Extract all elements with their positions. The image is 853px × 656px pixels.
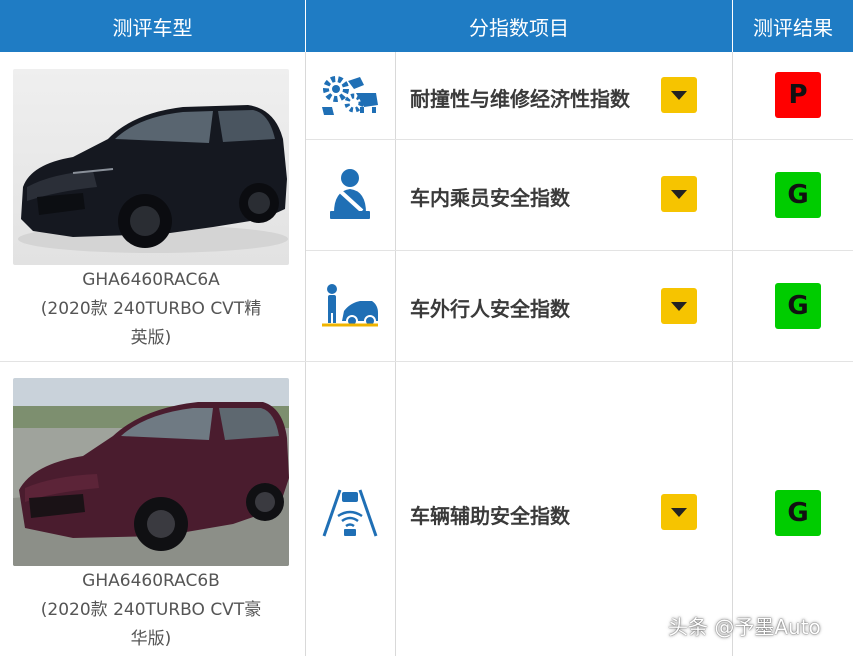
model-code: GHA6460RAC6A <box>82 270 220 290</box>
row-divider <box>306 250 853 251</box>
expand-dropdown-button[interactable] <box>661 288 697 324</box>
model-code: GHA6460RAC6B <box>82 571 220 591</box>
header-divider <box>305 0 306 52</box>
column-divider <box>395 52 396 656</box>
expand-dropdown-button[interactable] <box>661 494 697 530</box>
header-items: 分指数项目 <box>306 0 732 52</box>
pedestrian-car-icon <box>318 280 382 332</box>
item-label-driver-assist: 车辆辅助安全指数 <box>410 504 570 528</box>
model-variant: (2020款 240TURBO CVT精 <box>40 299 262 319</box>
expand-dropdown-button[interactable] <box>661 176 697 212</box>
watermark: 头条 @予墨Auto <box>668 615 821 639</box>
crash-repair-icon <box>318 70 382 122</box>
item-label-crash-repair: 耐撞性与维修经济性指数 <box>410 87 630 111</box>
model-variant: 华版) <box>130 629 172 649</box>
header-result: 测评结果 <box>733 0 853 52</box>
row-divider <box>0 361 853 362</box>
expand-dropdown-button[interactable] <box>661 77 697 113</box>
model-variant: (2020款 240TURBO CVT豪 <box>40 600 262 620</box>
row-divider <box>306 139 853 140</box>
car-model-caption: GHA6460RAC6A (2020款 240TURBO CVT精 英版) <box>8 266 294 353</box>
header-divider <box>732 0 733 52</box>
chevron-down-icon <box>671 189 687 199</box>
rating-table: 测评车型 分指数项目 测评结果 GHA6460RAC6A (2020款 240T… <box>0 0 853 656</box>
black-suv-photo <box>13 69 289 265</box>
maroon-suv-photo <box>13 378 289 566</box>
rating-badge-good: G <box>775 283 821 329</box>
chevron-down-icon <box>671 301 687 311</box>
driver-assist-icon <box>318 485 382 539</box>
item-label-pedestrian: 车外行人安全指数 <box>410 297 570 321</box>
model-variant: 英版) <box>130 328 172 348</box>
item-label-occupant: 车内乘员安全指数 <box>410 186 570 210</box>
chevron-down-icon <box>671 507 687 517</box>
column-divider <box>305 52 306 656</box>
header-model: 测评车型 <box>0 0 305 52</box>
column-divider <box>732 52 733 656</box>
rating-badge-poor: P <box>775 72 821 118</box>
rating-badge-good: G <box>775 172 821 218</box>
chevron-down-icon <box>671 90 687 100</box>
occupant-seatbelt-icon <box>318 166 382 222</box>
rating-badge-good: G <box>775 490 821 536</box>
car-model-caption: GHA6460RAC6B (2020款 240TURBO CVT豪 华版) <box>8 567 294 654</box>
